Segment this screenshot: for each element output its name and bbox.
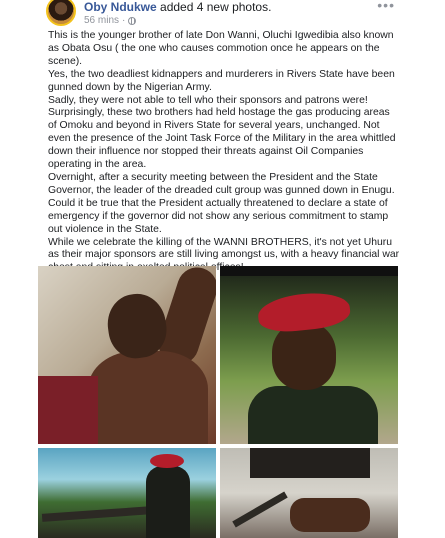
avatar[interactable] [46,0,76,26]
post-time[interactable]: 56 mins [84,15,119,27]
post-paragraph: Sadly, they were not able to tell who th… [48,94,368,106]
post-text: This is the younger brother of late Don … [48,30,400,275]
post-header: Oby Ndukwe added 4 new photos. 56 mins ·… [0,0,445,30]
author-action: added 4 new photos. [156,0,272,14]
photo-grid [38,266,398,538]
post-paragraph: Overnight, after a security meeting betw… [48,171,395,235]
post-paragraph: This is the younger brother of late Don … [48,30,394,67]
author-line: Oby Ndukwe added 4 new photos. [84,0,271,14]
photo-divider [220,266,398,276]
photo-1[interactable] [38,266,216,444]
post-paragraph: Surprisingly, these two brothers had hel… [48,107,396,171]
author-name[interactable]: Oby Ndukwe [84,0,157,14]
post-meta: 56 mins · [84,15,137,27]
photo-3[interactable] [38,448,216,538]
photo-2[interactable] [220,266,398,444]
post-paragraph: Yes, the two deadliest kidnappers and mu… [48,68,395,93]
meta-separator: · [122,15,126,26]
photo-4[interactable] [220,448,398,538]
more-icon[interactable]: ••• [377,0,395,12]
globe-icon [128,17,137,25]
